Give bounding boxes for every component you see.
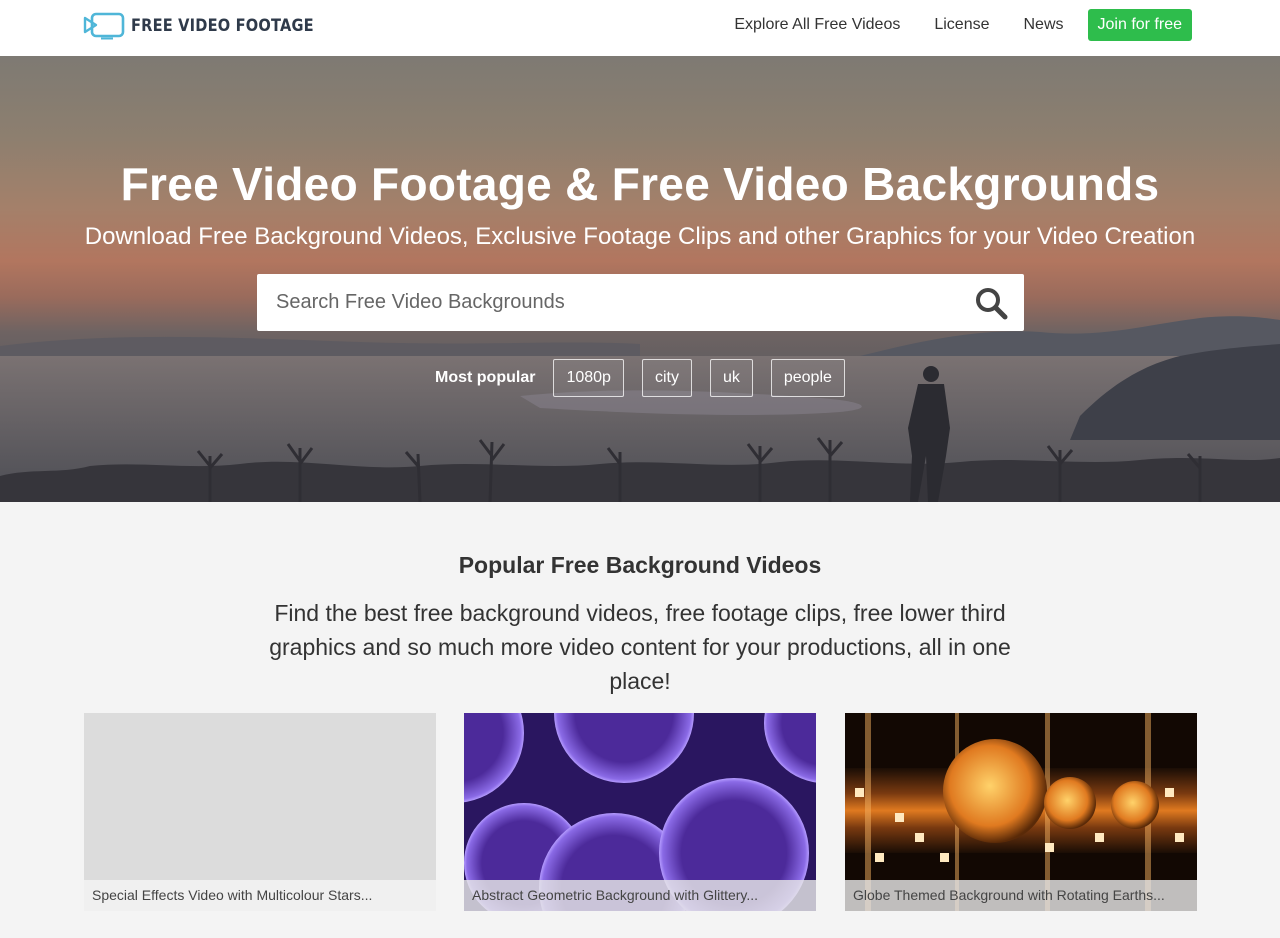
video-card[interactable]: Abstract Geometric Background with Glitt… [464,713,816,911]
video-card-title: Globe Themed Background with Rotating Ea… [845,880,1197,911]
site-logo[interactable]: FREE VIDEO FOOTAGE [83,12,344,40]
tag-city[interactable]: city [641,359,692,397]
hero-banner: Free Video Footage & Free Video Backgrou… [0,56,1280,502]
hero-title: Free Video Footage & Free Video Backgrou… [120,158,1160,210]
tag-people[interactable]: people [770,359,845,397]
video-cards: Special Effects Video with Multicolour S… [84,713,1197,911]
video-card-title: Abstract Geometric Background with Glitt… [464,880,816,911]
top-navbar: FREE VIDEO FOOTAGE Explore All Free Vide… [0,0,1280,56]
search-button[interactable] [974,286,1008,320]
tag-1080p[interactable]: 1080p [553,359,624,397]
nav-links: Explore All Free Videos License News Joi… [700,9,1192,41]
popular-label: Most popular [435,369,536,386]
video-card[interactable]: Globe Themed Background with Rotating Ea… [845,713,1197,911]
search-input[interactable] [257,274,957,331]
search-icon [976,288,1008,320]
tag-uk[interactable]: uk [709,359,753,397]
search-bar [257,274,1024,331]
nav-link-license[interactable]: License [934,9,989,41]
logo-text: FREE VIDEO FOOTAGE [131,16,314,36]
video-camera-icon [83,12,125,40]
nav-link-explore[interactable]: Explore All Free Videos [734,9,900,41]
video-card-title: Special Effects Video with Multicolour S… [84,880,436,911]
section-description: Find the best free background videos, fr… [269,600,1011,694]
nav-link-news[interactable]: News [1024,9,1064,41]
video-card[interactable]: Special Effects Video with Multicolour S… [84,713,436,911]
join-button[interactable]: Join for free [1087,9,1192,41]
popular-tags: Most popular 1080p city uk people [435,359,863,397]
hero-subtitle: Download Free Background Videos, Exclusi… [84,223,1196,250]
section-title: Popular Free Background Videos [458,552,822,578]
